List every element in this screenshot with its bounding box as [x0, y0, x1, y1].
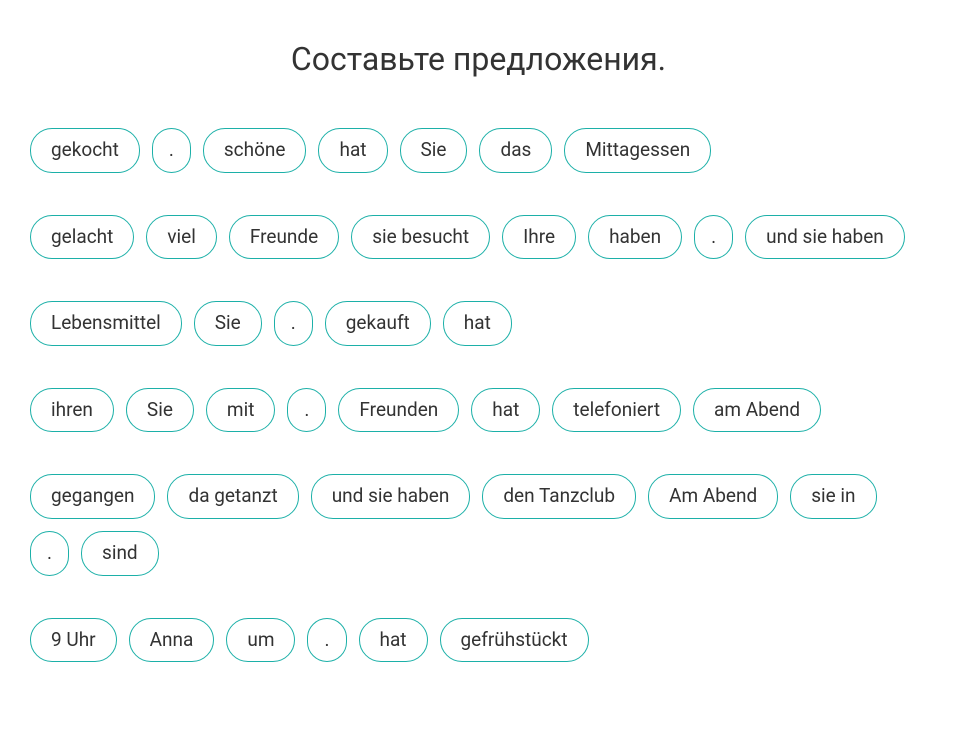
word-row: gelacht viel Freunde sie besucht Ihre haben. u…: [30, 215, 927, 260]
word-chip[interactable]: sie besucht: [351, 215, 490, 260]
word-chip[interactable]: Anna: [129, 618, 215, 663]
word-chip[interactable]: Sie: [194, 301, 262, 346]
word-chip[interactable]: .: [694, 215, 733, 260]
word-chip[interactable]: Lebensmittel: [30, 301, 182, 346]
word-chip[interactable]: Ihre: [502, 215, 576, 260]
word-row: gekocht. schönehat Siedas Mittagessen: [30, 128, 927, 173]
word-chip[interactable]: gekauft: [325, 301, 431, 346]
word-chip[interactable]: hat: [471, 388, 540, 433]
word-chip[interactable]: .: [287, 388, 326, 433]
rows-wrapper: gekocht.schönehatSiedasMittagessengelach…: [30, 128, 927, 662]
word-chip[interactable]: und sie haben: [311, 474, 471, 519]
word-chip[interactable]: sie in: [790, 474, 876, 519]
word-chip[interactable]: das: [479, 128, 552, 173]
word-row: gegangen da getanzt und sie habenden Tanzc…: [30, 474, 927, 575]
word-chip[interactable]: Freunden: [338, 388, 459, 433]
word-chip[interactable]: hat: [318, 128, 387, 173]
page-title: Составьте предложения.: [30, 40, 927, 78]
word-chip[interactable]: .: [274, 301, 313, 346]
word-chip[interactable]: .: [30, 531, 69, 576]
word-chip[interactable]: 9 Uhr: [30, 618, 117, 663]
word-chip[interactable]: sind: [81, 531, 159, 576]
word-chip[interactable]: am Abend: [693, 388, 821, 433]
word-chip[interactable]: .: [307, 618, 346, 663]
word-chip[interactable]: hat: [359, 618, 428, 663]
word-chip[interactable]: um: [226, 618, 295, 663]
word-chip[interactable]: haben: [588, 215, 682, 260]
word-chip[interactable]: schöne: [203, 128, 307, 173]
word-chip[interactable]: gelacht: [30, 215, 134, 260]
word-chip[interactable]: da getanzt: [167, 474, 298, 519]
word-chip[interactable]: telefoniert: [552, 388, 681, 433]
word-chip[interactable]: mit: [206, 388, 276, 433]
word-chip[interactable]: viel: [146, 215, 217, 260]
exercise-container: Составьте предложения. gekocht.schönehat…: [0, 40, 957, 662]
word-row: 9 Uhr Annaum. hat gefrühstückt: [30, 618, 927, 663]
word-chip[interactable]: Mittagessen: [564, 128, 711, 173]
word-chip[interactable]: gefrühstückt: [440, 618, 589, 663]
word-row: ihren Siemit. Freunden hat telefoniert am Abe…: [30, 388, 927, 433]
word-chip[interactable]: Sie: [126, 388, 194, 433]
word-chip[interactable]: .: [152, 128, 191, 173]
word-row: Lebensmittel Sie. gekauft hat: [30, 301, 927, 346]
word-chip[interactable]: gegangen: [30, 474, 155, 519]
word-chip[interactable]: ihren: [30, 388, 114, 433]
word-chip[interactable]: den Tanzclub: [482, 474, 636, 519]
word-chip[interactable]: gekocht: [30, 128, 140, 173]
word-chip[interactable]: hat: [443, 301, 512, 346]
word-chip[interactable]: Sie: [400, 128, 468, 173]
word-chip[interactable]: und sie haben: [745, 215, 905, 260]
word-chip[interactable]: Freunde: [229, 215, 339, 260]
word-chip[interactable]: Am Abend: [648, 474, 778, 519]
